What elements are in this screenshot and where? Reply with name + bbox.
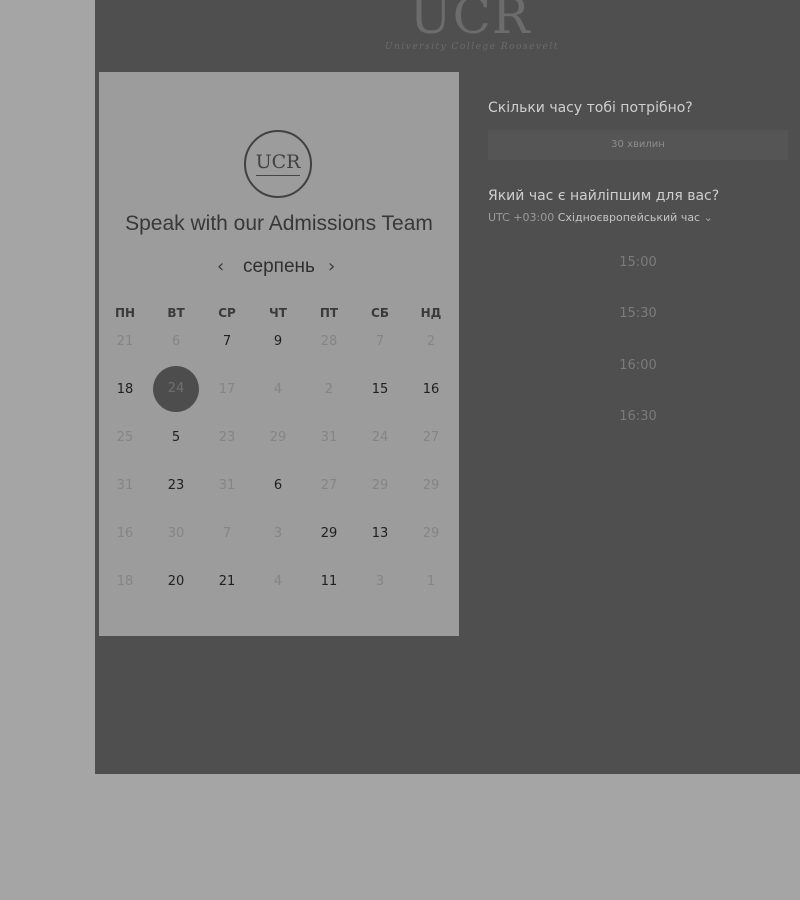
ucr-emblem: UCR <box>244 130 312 198</box>
available-day[interactable]: 21 <box>207 570 247 594</box>
calendar-grid: 21 6 7 9 28 7 2 18 24 17 4 2 15 16 25 5 23 29 31 24 27 31 23 31… <box>99 330 459 620</box>
selected-day[interactable]: 24 <box>153 366 199 412</box>
unavailable-day: 21 <box>116 334 134 349</box>
unavailable-day: 29 <box>422 526 440 541</box>
weekday-label: СБ <box>371 306 389 320</box>
unavailable-day: 27 <box>422 430 440 445</box>
calendar-week-row: 31 23 31 6 27 29 29 <box>99 474 459 522</box>
unavailable-day: 7 <box>222 526 232 541</box>
calendar-week-row: 16 30 7 3 29 13 29 <box>99 522 459 570</box>
available-day[interactable]: 23 <box>156 474 196 498</box>
unavailable-day: 6 <box>171 334 181 349</box>
calendar-week-row: 21 6 7 9 28 7 2 <box>99 330 459 378</box>
timezone-code: UTC +03:00 <box>488 211 555 224</box>
unavailable-day: 23 <box>218 430 236 445</box>
logo-subtitle: University College Roosevelt <box>385 42 559 52</box>
header-logo: UCR University College Roosevelt <box>385 0 559 60</box>
unavailable-day: 7 <box>375 334 385 349</box>
emblem-divider <box>256 175 300 176</box>
unavailable-day: 16 <box>116 526 134 541</box>
unavailable-day: 29 <box>371 478 389 493</box>
weekday-header: ПН ВТ СР ЧТ ПТ СБ НД <box>99 306 459 326</box>
unavailable-day: 2 <box>426 334 436 349</box>
unavailable-day: 29 <box>422 478 440 493</box>
available-day[interactable]: 6 <box>258 474 298 498</box>
weekday-label: ЧТ <box>269 306 287 320</box>
available-day[interactable]: 13 <box>360 522 400 546</box>
unavailable-day: 31 <box>116 478 134 493</box>
time-slot[interactable]: 16:00 <box>588 358 688 373</box>
available-day[interactable]: 16 <box>411 378 451 402</box>
time-slot[interactable]: 16:30 <box>588 409 688 424</box>
unavailable-day: 3 <box>375 574 385 589</box>
unavailable-day: 30 <box>167 526 185 541</box>
logo-mark: UCR <box>409 0 531 45</box>
available-day[interactable]: 20 <box>156 570 196 594</box>
unavailable-day: 31 <box>218 478 236 493</box>
time-slot[interactable]: 15:30 <box>588 306 688 321</box>
unavailable-day: 4 <box>273 574 283 589</box>
chevron-down-icon: ⌄ <box>703 211 713 224</box>
unavailable-day: 31 <box>320 430 338 445</box>
duration-option[interactable]: 30 хвилин <box>488 130 788 160</box>
available-day[interactable]: 11 <box>309 570 349 594</box>
calendar-week-row: 18 24 17 4 2 15 16 <box>99 366 459 426</box>
timezone-selector[interactable]: UTC +03:00 Східноєвропейський час ⌄ <box>488 211 713 224</box>
unavailable-day: 28 <box>320 334 338 349</box>
unavailable-day: 1 <box>426 574 436 589</box>
calendar-week-row: 18 20 21 4 11 3 1 <box>99 570 459 618</box>
weekday-label: ПН <box>114 306 136 320</box>
unavailable-day: 3 <box>273 526 283 541</box>
unavailable-day: 27 <box>320 478 338 493</box>
emblem-text: UCR <box>255 151 301 173</box>
duration-question: Скільки часу тобі потрібно? <box>488 100 693 116</box>
available-day[interactable]: 29 <box>309 522 349 546</box>
available-day[interactable]: 18 <box>105 378 145 402</box>
month-navigation: ‹ серпень › <box>99 256 459 280</box>
calendar-card: UCR Speak with our Admissions Team ‹ сер… <box>99 72 459 636</box>
available-day[interactable]: 5 <box>156 426 196 450</box>
booking-panel: UCR University College Roosevelt UCR Spe… <box>95 0 800 774</box>
unavailable-day: 24 <box>371 430 389 445</box>
available-day[interactable]: 9 <box>258 330 298 354</box>
time-question: Який час є найліпшим для вас? <box>488 188 720 204</box>
month-label: серпень <box>243 256 315 277</box>
weekday-label: СР <box>218 306 236 320</box>
unavailable-day: 4 <box>273 382 283 397</box>
available-day[interactable]: 7 <box>207 330 247 354</box>
available-day[interactable]: 15 <box>360 378 400 402</box>
unavailable-day: 25 <box>116 430 134 445</box>
time-slot[interactable]: 15:00 <box>588 255 688 270</box>
unavailable-day: 17 <box>218 382 236 397</box>
calendar-week-row: 25 5 23 29 31 24 27 <box>99 426 459 474</box>
unavailable-day: 29 <box>269 430 287 445</box>
chevron-right-icon[interactable]: › <box>328 256 335 277</box>
weekday-label: ВТ <box>167 306 185 320</box>
weekday-label: НД <box>420 306 442 320</box>
chevron-left-icon[interactable]: ‹ <box>217 256 224 277</box>
timezone-name: Східноєвропейський час <box>557 211 701 224</box>
unavailable-day: 18 <box>116 574 134 589</box>
weekday-label: ПТ <box>319 306 339 320</box>
card-title: Speak with our Admissions Team <box>125 212 433 235</box>
unavailable-day: 2 <box>324 382 334 397</box>
